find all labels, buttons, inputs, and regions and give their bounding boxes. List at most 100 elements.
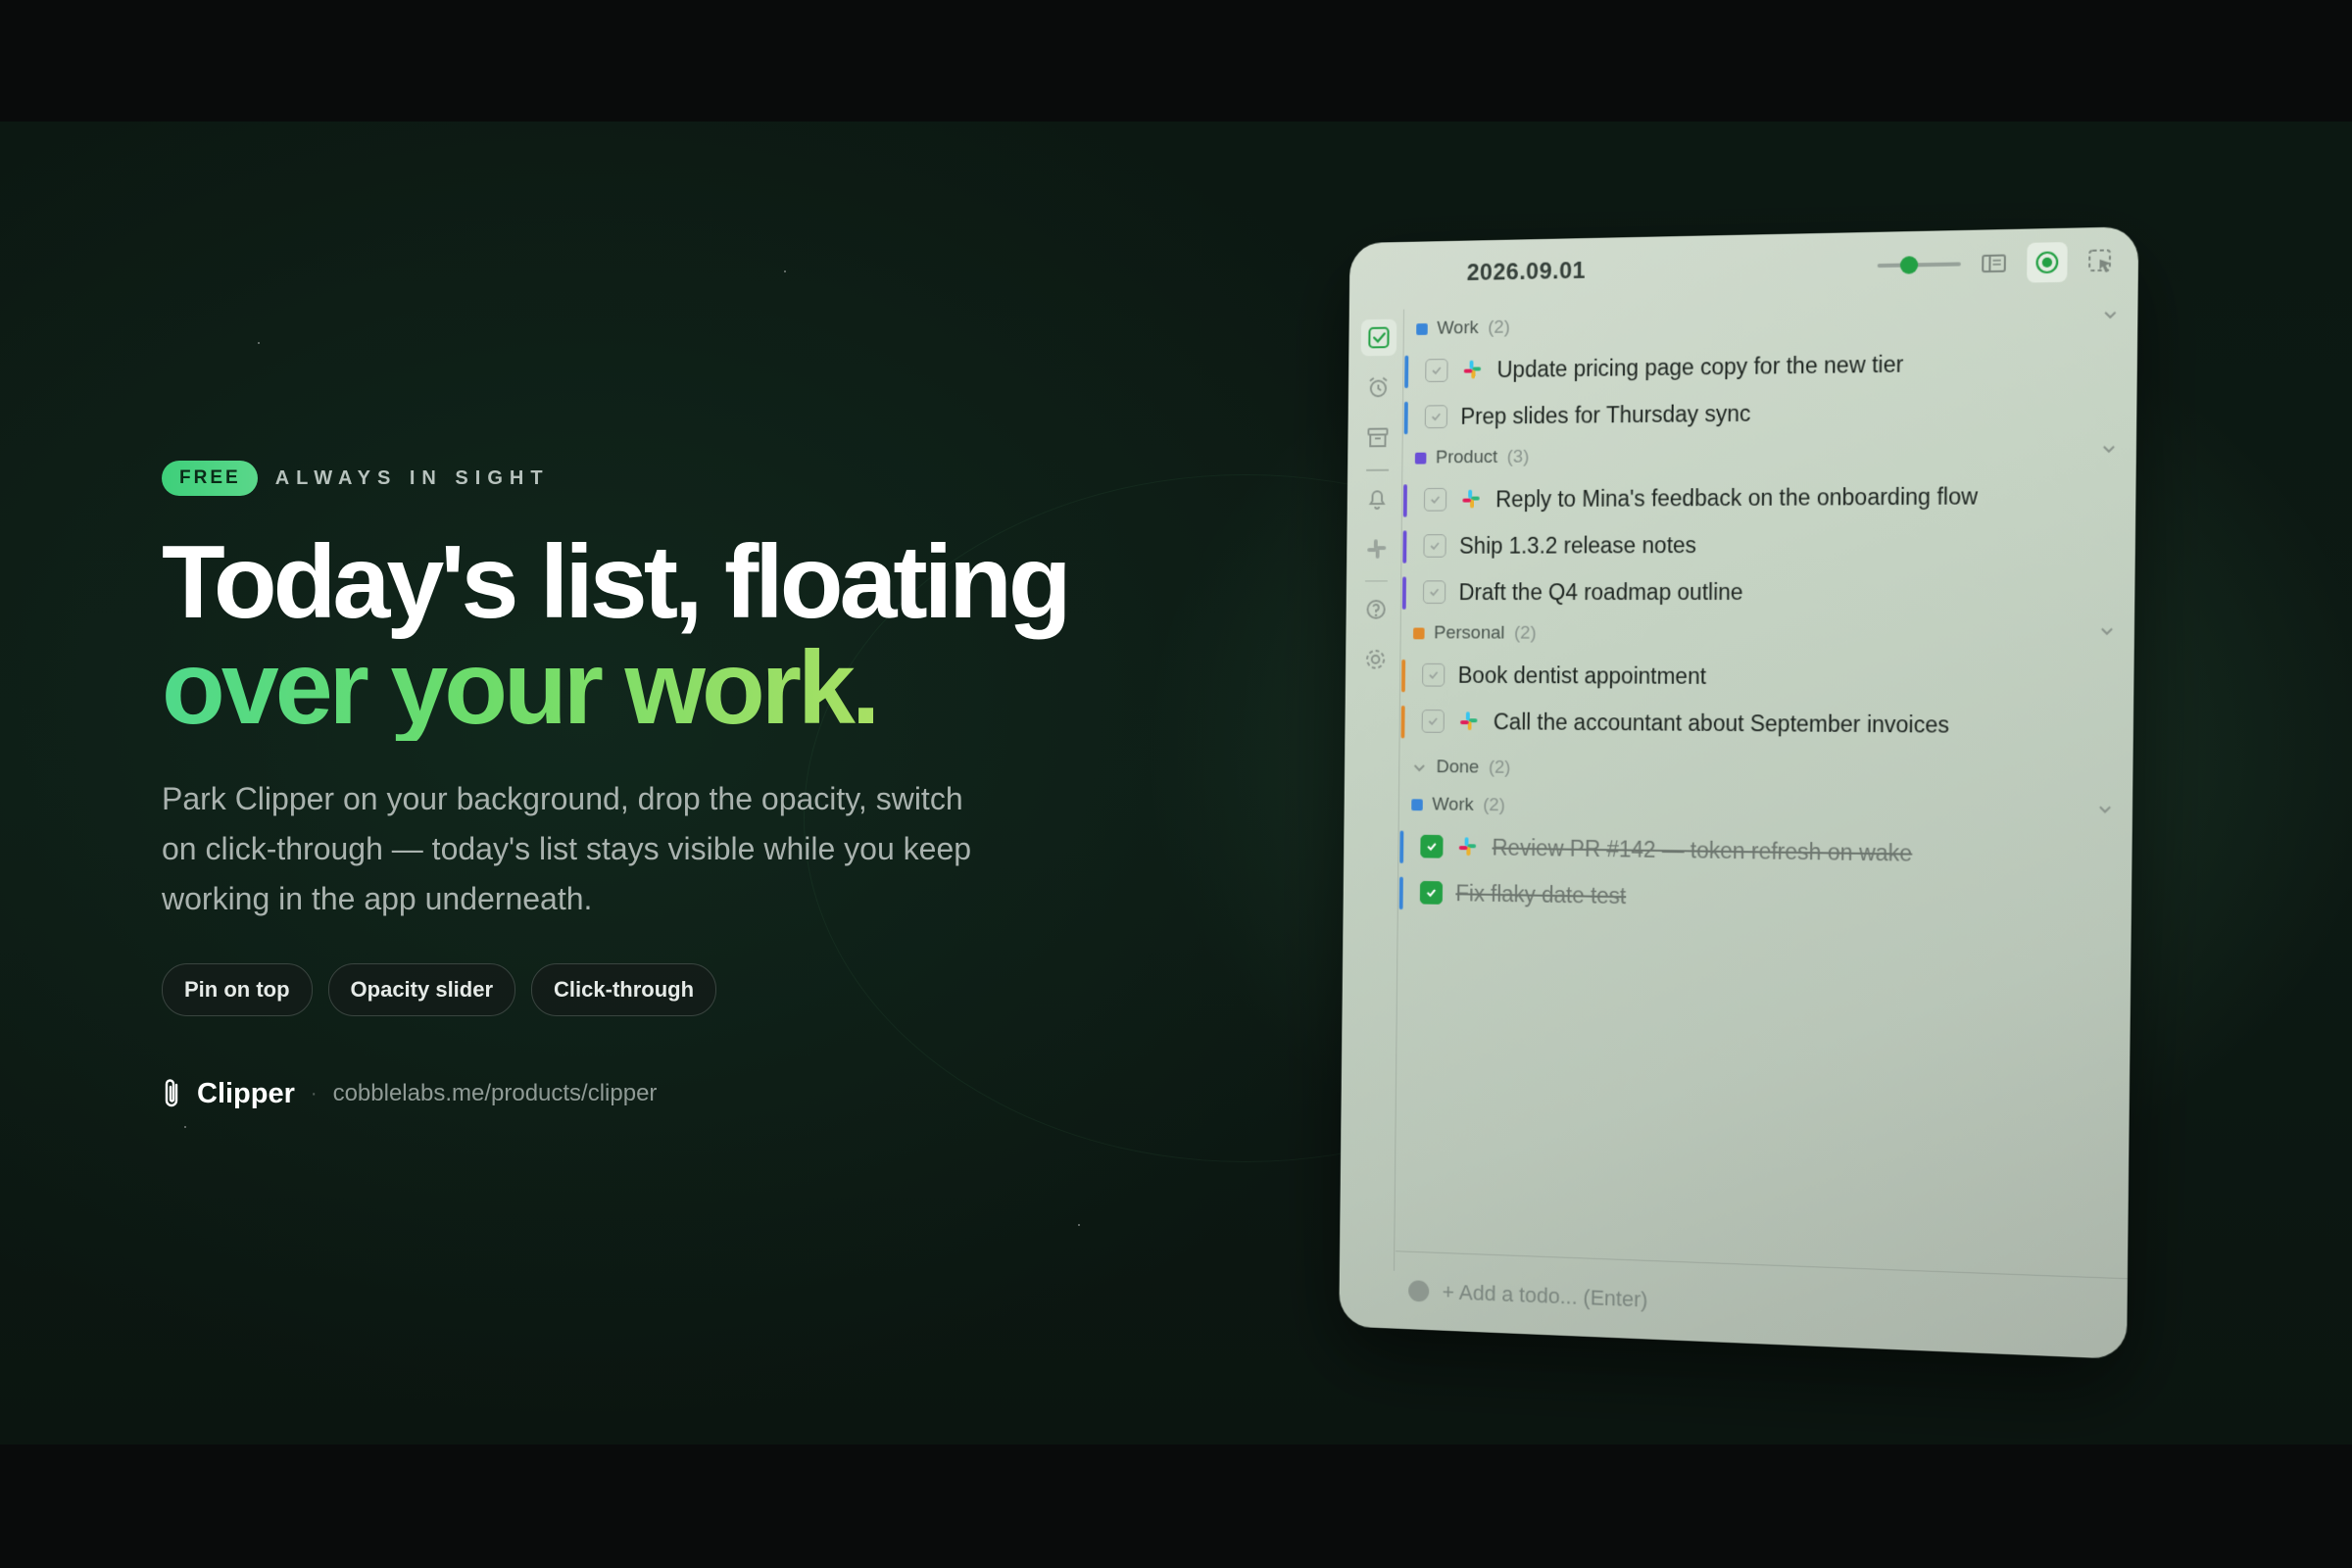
todo-text: Update pricing page copy for the new tie… (1496, 350, 1904, 382)
add-todo-placeholder: + Add a todo... (Enter) (1442, 1279, 1648, 1312)
star (184, 1126, 186, 1128)
brand-separator: · (310, 1082, 318, 1104)
chevron-down-icon[interactable] (2100, 439, 2119, 458)
todo-item[interactable]: Reply to Mina's feedback on the onboardi… (1402, 471, 2118, 522)
todo-item[interactable]: Draft the Q4 roadmap outline (1401, 567, 2117, 615)
star (784, 270, 786, 272)
group-color-bar (1402, 530, 1407, 564)
todo-text: Reply to Mina's feedback on the onboardi… (1495, 482, 1979, 512)
todo-item-done[interactable]: Fix flaky date test (1398, 869, 2113, 928)
group-color-dot (1414, 452, 1427, 465)
group-color-dot (1413, 627, 1425, 640)
todo-text: Fix flaky date test (1455, 880, 1627, 908)
hero-copy: FREE ALWAYS IN SIGHT Today's list, float… (162, 461, 1093, 1110)
sidebar-toggle-icon[interactable] (1979, 248, 2009, 278)
todo-text: Prep slides for Thursday sync (1460, 400, 1751, 429)
free-badge: FREE (162, 461, 258, 496)
gear-icon[interactable] (1357, 641, 1394, 677)
alarm-clock-icon[interactable] (1360, 369, 1396, 407)
help-icon[interactable] (1358, 591, 1395, 627)
group-color-bar (1399, 830, 1404, 863)
group-color-bar (1400, 706, 1405, 739)
todo-checkbox[interactable] (1425, 359, 1448, 382)
clipper-window[interactable]: 2026.09.01 Work (2) Update pricing page … (1339, 226, 2139, 1360)
chip-opacity-slider: Opacity slider (327, 963, 516, 1016)
todo-text: Draft the Q4 roadmap outline (1458, 578, 1743, 605)
archive-icon[interactable] (1360, 419, 1396, 457)
group-color-bar (1403, 401, 1408, 435)
chevron-down-icon[interactable] (2101, 305, 2120, 323)
group-color-bar (1401, 576, 1407, 610)
todo-item[interactable]: Prep slides for Thursday sync (1403, 385, 2119, 440)
group-name: Personal (1434, 622, 1505, 644)
page-canvas: FREE ALWAYS IN SIGHT Today's list, float… (0, 0, 2352, 1568)
todo-checkbox[interactable] (1421, 710, 1445, 733)
sidebar-divider (1366, 468, 1390, 471)
todo-checkbox[interactable] (1422, 580, 1446, 604)
done-label: Done (1436, 757, 1480, 778)
click-through-icon[interactable] (2085, 246, 2116, 276)
todo-text: Book dentist appointment (1457, 662, 1707, 689)
group-header-product[interactable]: Product (3) (1414, 433, 2119, 476)
headline: Today's list, floating over your work. (162, 529, 1093, 741)
eyebrow: FREE ALWAYS IN SIGHT (162, 461, 1093, 496)
todo-checkbox-checked[interactable] (1419, 880, 1444, 905)
toolbar (1877, 241, 2116, 285)
window-titlebar[interactable]: 2026.09.01 (1349, 226, 2139, 308)
group-color-bar (1404, 355, 1409, 389)
group-name: Work (1432, 794, 1474, 815)
group-color-bar (1398, 876, 1403, 910)
slack-icon (1460, 711, 1478, 731)
paperclip-icon (165, 1079, 178, 1107)
eyebrow-text: ALWAYS IN SIGHT (274, 466, 550, 489)
sidebar-divider (1364, 579, 1388, 582)
todo-text: Ship 1.3.2 release notes (1458, 531, 1697, 559)
opacity-slider-knob[interactable] (1899, 256, 1919, 274)
todo-list: Work (2) Update pricing page copy for th… (1398, 299, 2120, 928)
done-count: (2) (1488, 757, 1511, 778)
slack-icon (1458, 837, 1477, 857)
todo-item[interactable]: Ship 1.3.2 release notes (1402, 519, 2118, 569)
window-sidebar (1345, 309, 1405, 1271)
brand-url-link[interactable]: cobblelabs.me/products/clipper (333, 1080, 658, 1107)
slack-icon (1463, 360, 1482, 379)
hero-stage: FREE ALWAYS IN SIGHT Today's list, float… (0, 122, 2352, 1445)
subcopy: Park Clipper on your background, drop th… (162, 781, 972, 916)
group-count: (2) (1513, 622, 1537, 644)
todo-item[interactable]: Book dentist appointment (1400, 652, 2116, 702)
brand-row: Clipper · cobblelabs.me/products/clipper (162, 1077, 1093, 1110)
chevron-down-icon[interactable] (1412, 760, 1427, 775)
group-count: (3) (1506, 446, 1530, 467)
chip-pin-on-top: Pin on top (162, 963, 313, 1016)
group-header-personal[interactable]: Personal (2) (1413, 615, 2117, 654)
group-name: Work (1437, 318, 1479, 339)
slack-icon[interactable] (1358, 530, 1395, 566)
checklist-icon[interactable] (1360, 318, 1397, 357)
todo-checkbox[interactable] (1422, 662, 1446, 687)
todo-item[interactable]: Call the accountant about September invo… (1400, 698, 2116, 750)
todo-checkbox-checked[interactable] (1420, 834, 1444, 858)
todo-text: Review PR #142 — token refresh on wake (1492, 834, 1913, 866)
feature-chips: Pin on top Opacity slider Click-through (162, 963, 1093, 1016)
group-color-dot (1416, 322, 1428, 335)
group-color-dot (1411, 799, 1423, 811)
todo-checkbox[interactable] (1423, 487, 1447, 512)
chevron-down-icon[interactable] (2098, 621, 2117, 639)
bell-icon[interactable] (1359, 480, 1396, 516)
pin-on-top-icon[interactable] (2027, 242, 2068, 283)
add-todo-dot (1408, 1280, 1430, 1302)
headline-line-1: Today's list, floating (162, 524, 1072, 640)
add-todo-input[interactable]: + Add a todo... (Enter) (1395, 1250, 2128, 1360)
headline-line-2: over your work. (162, 630, 880, 746)
star (1078, 1224, 1080, 1226)
chevron-down-icon[interactable] (2096, 800, 2115, 818)
chip-click-through: Click-through (531, 963, 717, 1016)
window-date: 2026.09.01 (1466, 257, 1587, 286)
slack-icon (1462, 489, 1480, 509)
group-color-bar (1402, 484, 1407, 517)
todo-checkbox[interactable] (1423, 534, 1446, 558)
todo-item[interactable]: Update pricing page copy for the new tie… (1404, 337, 2120, 394)
todo-text: Call the accountant about September invo… (1493, 709, 1950, 738)
todo-checkbox[interactable] (1424, 405, 1448, 429)
opacity-slider[interactable] (1877, 256, 1961, 274)
